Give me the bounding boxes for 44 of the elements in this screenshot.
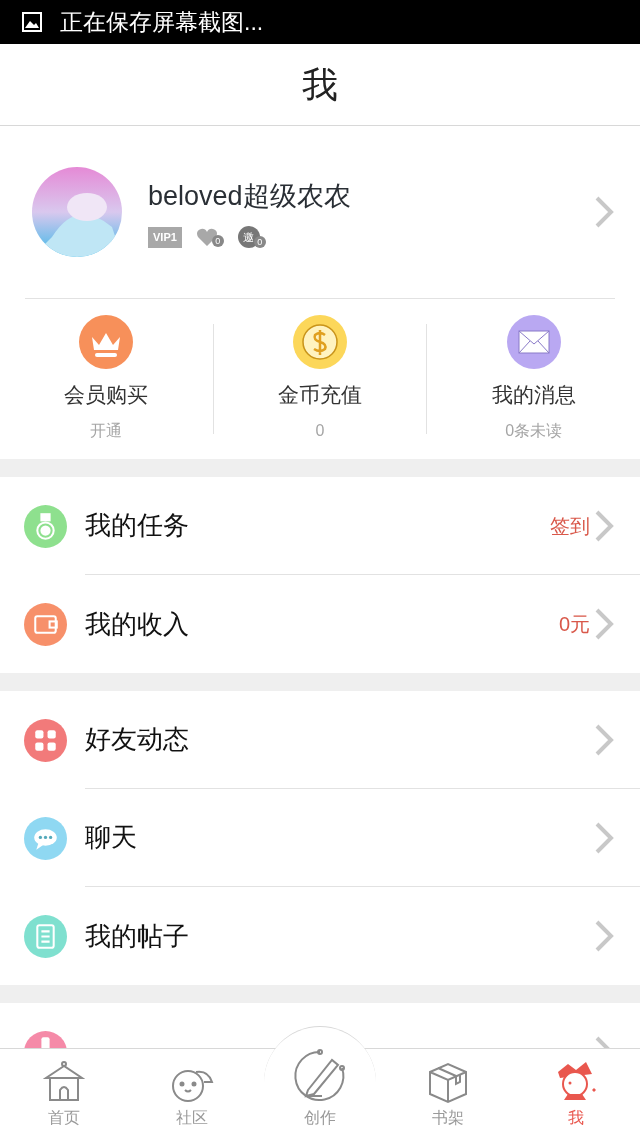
menu-label: 好友动态 (85, 723, 189, 756)
stat-item[interactable]: 我的消息 0条未读 (427, 315, 640, 443)
menu-row[interactable]: 我的帖子 (0, 887, 640, 985)
menu-label: 聊天 (85, 821, 137, 854)
menu-label: 我的帖子 (85, 919, 189, 953)
stat-label: 会员购买 (64, 382, 149, 409)
menu-label: 我的任务 (85, 509, 189, 542)
status-text: 正在保存屏幕截图... (60, 7, 264, 37)
stat-value: 0条未读 (505, 420, 563, 441)
chevron-right-icon (594, 919, 614, 953)
menu-row[interactable]: 我的任务 签到 (0, 477, 640, 575)
wallet-icon (24, 602, 67, 646)
crown-icon (79, 315, 134, 370)
chevron-right-icon (594, 722, 614, 757)
chevron-right-icon (594, 508, 614, 543)
menu-value: 0元 (558, 612, 590, 637)
menu-value: 签到 (550, 513, 590, 539)
stat-item[interactable]: 金币充值 0 (213, 315, 427, 443)
chevron-right-icon (594, 607, 614, 641)
nav-tab[interactable]: 我 (512, 1048, 640, 1138)
image-icon (22, 12, 42, 32)
menu-row[interactable]: 聊天 (0, 789, 640, 887)
box-icon (426, 1060, 470, 1104)
vip-level-badge: VIP1 (148, 227, 182, 248)
stat-value: 开通 (90, 420, 123, 441)
speech-bubble-icon (24, 816, 67, 860)
user-name: beloved超级农农 (148, 179, 352, 213)
stat-value: 0 (315, 420, 325, 441)
coin-icon (293, 315, 347, 370)
grid-icon (24, 718, 67, 762)
chevron-right-icon (594, 195, 614, 229)
pencil-icon (292, 1048, 348, 1104)
tent-icon (42, 1060, 86, 1104)
menu-label: 我的收入 (85, 607, 189, 641)
chevron-right-icon (594, 820, 614, 855)
page-title: 我 (302, 62, 338, 107)
menu-row[interactable]: 我的收入 0元 (0, 575, 640, 673)
stat-label: 我的消息 (491, 382, 576, 409)
medal-icon (24, 504, 67, 548)
menu-row[interactable]: 好友动态 (0, 691, 640, 789)
envelope-icon (506, 315, 561, 370)
stat-item[interactable]: 会员购买 开通 (0, 315, 213, 443)
document-icon (24, 914, 67, 958)
stat-label: 金币充值 (278, 382, 362, 409)
